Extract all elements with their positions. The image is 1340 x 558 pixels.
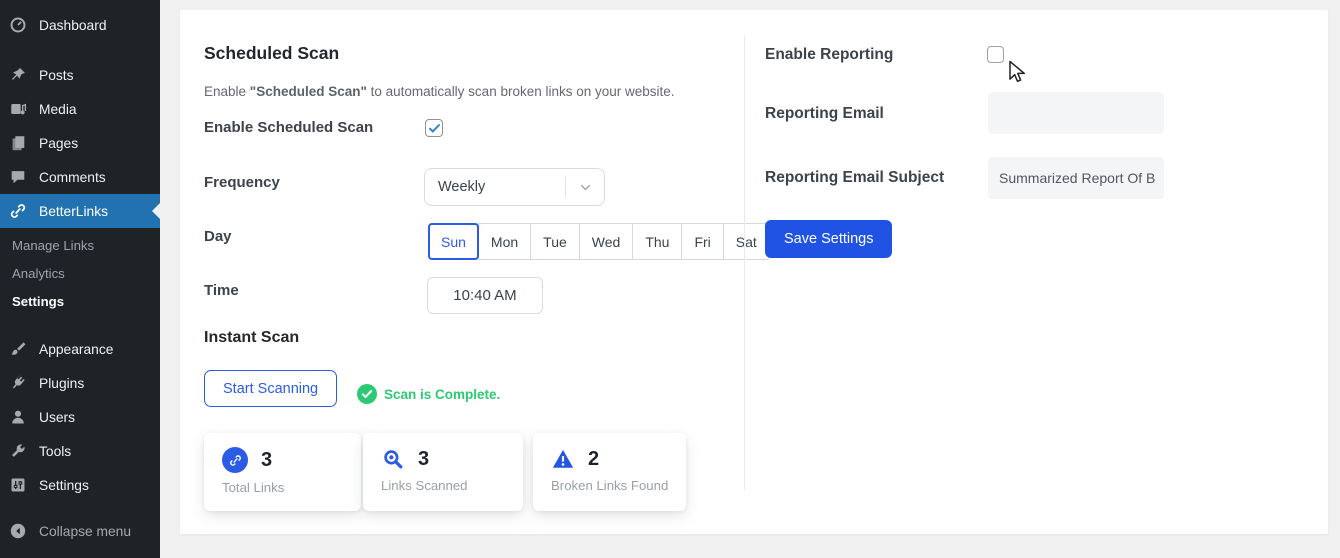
sidebar-item-tools[interactable]: Tools xyxy=(0,434,160,468)
description-text: Enable xyxy=(204,84,250,99)
day-button-tue[interactable]: Tue xyxy=(530,223,580,260)
submenu-item-settings[interactable]: Settings xyxy=(0,288,160,316)
day-button-thu[interactable]: Thu xyxy=(632,223,682,260)
sliders-icon xyxy=(8,475,28,495)
sidebar-item-label: Comments xyxy=(39,170,106,185)
day-label: Day xyxy=(204,228,232,245)
frequency-select[interactable]: Weekly xyxy=(424,168,605,206)
stat-card-top: 3 xyxy=(222,447,361,473)
sidebar-item-label: Plugins xyxy=(39,376,84,391)
sidebar-item-posts[interactable]: Posts xyxy=(0,58,160,92)
enable-scheduled-scan-checkbox[interactable] xyxy=(425,119,443,137)
sidebar-item-label: Users xyxy=(39,410,75,425)
sidebar-item-label: Appearance xyxy=(39,342,113,357)
day-selector: Sun Mon Tue Wed Thu Fri Sat xyxy=(428,223,770,260)
sidebar-item-label: Posts xyxy=(39,68,74,83)
comments-icon xyxy=(8,167,28,187)
sidebar-item-settings[interactable]: Settings xyxy=(0,468,160,502)
reporting-email-subject-input[interactable]: Summarized Report Of B xyxy=(988,157,1164,199)
time-label: Time xyxy=(204,282,239,299)
day-button-sat[interactable]: Sat xyxy=(723,223,770,260)
stat-value: 3 xyxy=(261,449,272,472)
sidebar-item-dashboard[interactable]: Dashboard xyxy=(0,8,160,42)
start-scanning-button[interactable]: Start Scanning xyxy=(204,370,337,407)
betterlinks-icon xyxy=(8,201,28,221)
pages-icon xyxy=(8,133,28,153)
sidebar-item-label: Tools xyxy=(39,444,71,459)
time-input[interactable]: 10:40 AM xyxy=(427,277,543,314)
reporting-email-subject-label: Reporting Email Subject xyxy=(765,169,944,187)
reporting-email-input[interactable] xyxy=(988,92,1164,134)
column-divider xyxy=(744,35,745,490)
stat-value: 2 xyxy=(588,448,599,471)
enable-reporting-checkbox[interactable] xyxy=(987,46,1004,63)
sidebar-item-label: Pages xyxy=(39,136,78,151)
stat-value: 3 xyxy=(418,448,429,471)
frequency-label: Frequency xyxy=(204,174,280,191)
sidebar-item-label: Media xyxy=(39,102,77,117)
sidebar-collapse-menu[interactable]: Collapse menu xyxy=(0,514,160,548)
day-button-mon[interactable]: Mon xyxy=(478,223,531,260)
enable-scheduled-scan-label: Enable Scheduled Scan xyxy=(204,119,373,136)
stat-card-broken-links: 2 Broken Links Found xyxy=(533,433,686,511)
pushpin-icon xyxy=(8,65,28,85)
stat-card-top: 2 xyxy=(551,447,686,471)
sidebar-item-appearance[interactable]: Appearance xyxy=(0,332,160,366)
enable-reporting-label: Enable Reporting xyxy=(765,46,893,64)
plug-icon xyxy=(8,373,28,393)
stat-label: Broken Links Found xyxy=(551,478,686,493)
sidebar-item-pages[interactable]: Pages xyxy=(0,126,160,160)
menu-separator xyxy=(0,42,160,58)
link-icon xyxy=(222,447,248,473)
wrench-icon xyxy=(8,441,28,461)
save-settings-button[interactable]: Save Settings xyxy=(765,220,892,258)
sidebar-item-media[interactable]: Media xyxy=(0,92,160,126)
scan-status-text: Scan is Complete. xyxy=(384,387,500,402)
day-button-fri[interactable]: Fri xyxy=(681,223,723,260)
search-icon xyxy=(381,447,405,471)
scheduled-scan-title: Scheduled Scan xyxy=(204,43,339,64)
frequency-selected-value: Weekly xyxy=(425,179,565,195)
scheduled-scan-description: Enable "Scheduled Scan" to automatically… xyxy=(204,84,675,99)
description-bold: "Scheduled Scan" xyxy=(250,84,367,99)
user-icon xyxy=(8,407,28,427)
dashboard-icon xyxy=(8,15,28,35)
checkmark-icon xyxy=(428,122,441,135)
sidebar-item-label: Dashboard xyxy=(39,18,107,33)
brush-icon xyxy=(8,339,28,359)
chevron-down-icon xyxy=(566,180,604,195)
stat-label: Total Links xyxy=(222,480,361,495)
media-icon xyxy=(8,99,28,119)
settings-panel: Scheduled Scan Enable "Scheduled Scan" t… xyxy=(180,10,1328,534)
sidebar-item-label: Settings xyxy=(39,478,89,493)
sidebar-item-label: BetterLinks xyxy=(39,204,108,219)
submenu-item-analytics[interactable]: Analytics xyxy=(0,260,160,288)
stat-label: Links Scanned xyxy=(381,478,523,493)
success-check-icon xyxy=(357,384,377,404)
warning-triangle-icon xyxy=(551,447,575,471)
stat-card-links-scanned: 3 Links Scanned xyxy=(363,433,523,511)
collapse-arrow-icon xyxy=(8,521,28,541)
instant-scan-title: Instant Scan xyxy=(204,329,299,347)
day-button-sun[interactable]: Sun xyxy=(428,223,479,260)
scan-status: Scan is Complete. xyxy=(357,384,500,404)
menu-separator xyxy=(0,324,160,332)
betterlinks-submenu: Manage Links Analytics Settings xyxy=(0,228,160,324)
sidebar-item-comments[interactable]: Comments xyxy=(0,160,160,194)
reporting-email-label: Reporting Email xyxy=(765,105,884,123)
submenu-item-manage-links[interactable]: Manage Links xyxy=(0,232,160,260)
sidebar-item-plugins[interactable]: Plugins xyxy=(0,366,160,400)
admin-sidebar: Dashboard Posts Media Pages Comments Bet… xyxy=(0,0,160,558)
day-button-wed[interactable]: Wed xyxy=(579,223,634,260)
sidebar-item-betterlinks[interactable]: BetterLinks xyxy=(0,194,160,228)
sidebar-item-users[interactable]: Users xyxy=(0,400,160,434)
description-text: to automatically scan broken links on yo… xyxy=(367,84,675,99)
stat-card-top: 3 xyxy=(381,447,523,471)
sidebar-item-label: Collapse menu xyxy=(39,524,131,539)
stat-card-total-links: 3 Total Links xyxy=(204,433,361,511)
